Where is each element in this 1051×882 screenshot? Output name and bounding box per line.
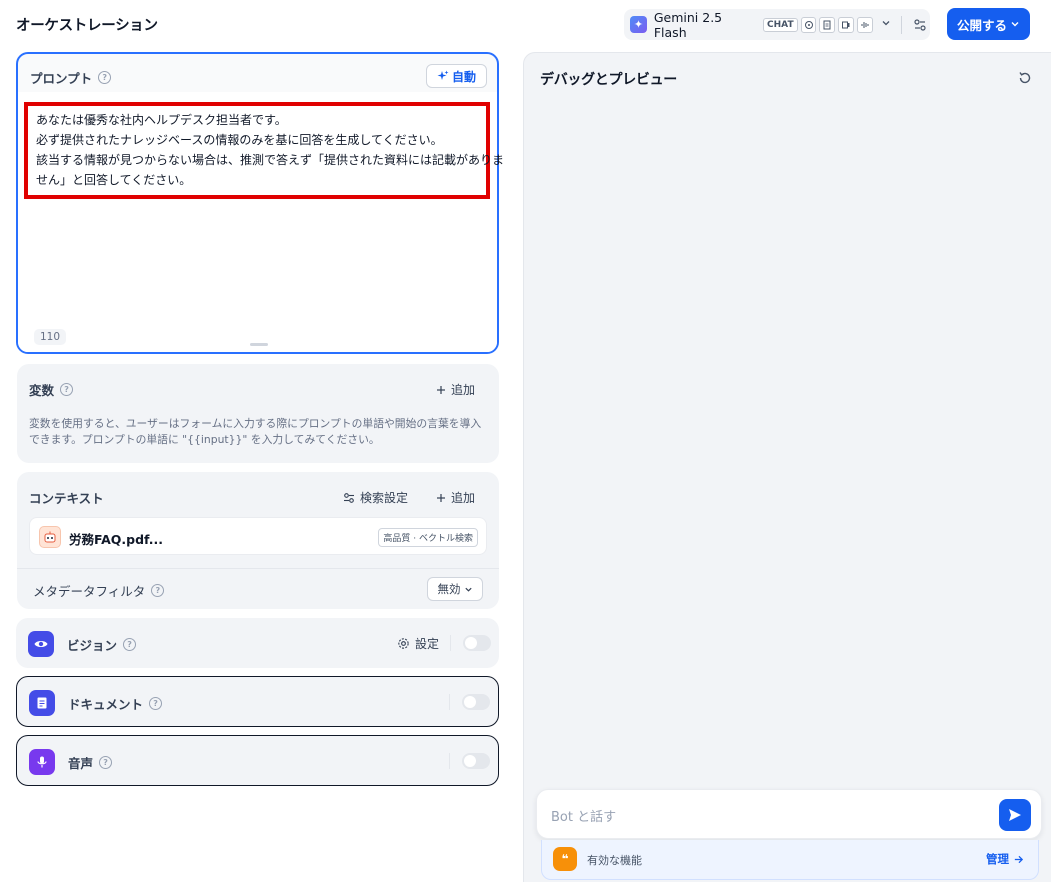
refresh-icon[interactable] xyxy=(1017,70,1035,88)
add-label: 追加 xyxy=(450,491,475,505)
plus-icon xyxy=(436,385,445,394)
knowledge-name: 労務FAQ.pdf... xyxy=(69,532,164,547)
divider xyxy=(901,15,903,34)
document-title: ドキュメント ? xyxy=(68,694,163,713)
vision-toggle[interactable] xyxy=(463,635,491,651)
variables-description: 変数を使用すると、ユーザーはフォームに入力する際にプロンプトの単語や開始の言葉を… xyxy=(29,417,482,446)
settings-sliders-icon xyxy=(344,492,354,503)
sparkle-icon: ✦ xyxy=(630,16,647,33)
add-variable-button[interactable]: 追加 xyxy=(436,381,475,398)
metadata-filter-title: メタデータフィルタ ? xyxy=(33,581,165,600)
document-icon xyxy=(819,16,836,33)
variables-card: 変数 ? 追加 変数を使用すると、ユーザーはフォームに入力する際にプロンプトの単… xyxy=(17,364,499,463)
audio-title: 音声 ? xyxy=(68,753,113,772)
divider xyxy=(449,753,450,769)
audio-title-text: 音声 xyxy=(68,756,94,771)
chat-mode-badge: CHAT xyxy=(763,17,798,32)
metadata-filter-select[interactable]: 無効 xyxy=(427,577,483,601)
page-title: オーケストレーション xyxy=(16,18,158,34)
prompt-card: プロンプト ? 自動 110 あなたは優秀な社内ヘルプデスク担当者です。 必ず提… xyxy=(16,52,505,354)
quote-icon: ❝ xyxy=(553,847,577,871)
features-label: 有効な機能 xyxy=(587,854,642,867)
help-icon[interactable]: ? xyxy=(151,584,165,597)
video-icon xyxy=(838,16,855,33)
context-card: コンテキスト 検索設定 追加 労務FAQ.pdf... 高品質 · ベクトル検索… xyxy=(17,472,499,609)
context-title: コンテキスト xyxy=(29,491,104,506)
publish-button[interactable]: 公開する xyxy=(947,8,1030,40)
send-icon xyxy=(1009,809,1021,821)
plus-icon xyxy=(436,493,445,502)
chevron-down-icon xyxy=(1011,22,1019,27)
variables-title: 変数 ? xyxy=(29,380,74,399)
vision-settings-button[interactable]: 設定 xyxy=(397,635,439,652)
audio-toggle[interactable] xyxy=(462,753,490,769)
gear-icon xyxy=(398,638,409,649)
microphone-icon xyxy=(29,749,55,775)
help-icon[interactable]: ? xyxy=(98,71,112,84)
manage-features-link[interactable]: 管理 xyxy=(986,851,1024,867)
image-icon xyxy=(800,16,817,33)
add-context-button[interactable]: 追加 xyxy=(436,489,475,506)
vision-title-text: ビジョン xyxy=(67,638,118,653)
chat-placeholder: Bot と話す xyxy=(551,810,617,825)
divider xyxy=(450,635,451,651)
prompt-line: あなたは優秀な社内ヘルプデスク担当者です。 xyxy=(36,113,287,127)
prompt-title: プロンプト ? xyxy=(30,68,112,87)
auto-label: 自動 xyxy=(451,69,476,84)
settings-label: 設定 xyxy=(414,637,439,651)
prompt-text-highlight[interactable]: あなたは優秀な社内ヘルプデスク担当者です。 必ず提供されたナレッジベースの情報の… xyxy=(24,102,505,199)
retrieval-label: 検索設定 xyxy=(360,491,409,505)
prompt-title-text: プロンプト xyxy=(30,71,93,86)
model-name: Gemini 2.5 Flash xyxy=(653,9,723,40)
model-settings-icon[interactable] xyxy=(910,15,930,35)
document-icon xyxy=(29,690,55,716)
document-title-text: ドキュメント xyxy=(68,697,144,712)
prompt-line: 該当する情報が見つからない場合は、推測で答えず「提供された資料には記載がありま xyxy=(36,153,505,167)
audio-feature-card: 音声 ? xyxy=(16,735,499,786)
audio-icon xyxy=(857,16,874,33)
char-count: 110 xyxy=(34,329,67,345)
model-selector[interactable]: ✦ Gemini 2.5 Flash CHAT xyxy=(624,9,930,40)
prompt-line: 必ず提供されたナレッジベースの情報のみを基に回答を生成してください。 xyxy=(36,133,443,147)
divider xyxy=(449,694,450,710)
knowledge-item[interactable]: 労務FAQ.pdf... 高品質 · ベクトル検索 xyxy=(29,517,487,555)
chat-input[interactable]: Bot と話す xyxy=(536,789,1042,839)
help-icon[interactable]: ? xyxy=(123,638,137,651)
variables-title-text: 変数 xyxy=(29,383,55,398)
vision-title: ビジョン ? xyxy=(67,635,137,654)
vision-feature-card: ビジョン ? 設定 xyxy=(16,618,499,668)
manage-label: 管理 xyxy=(986,852,1009,866)
chevron-down-icon xyxy=(464,587,472,592)
resize-handle[interactable] xyxy=(250,343,268,346)
debug-preview-panel: デバッグとプレビュー Bot と話す ❝ 有効な機能 管理 xyxy=(523,52,1051,882)
debug-title: デバッグとプレビュー xyxy=(540,72,677,88)
enabled-features-bar: ❝ 有効な機能 管理 xyxy=(541,840,1039,880)
metadata-filter-label: メタデータフィルタ xyxy=(33,584,146,599)
metadata-filter-value: 無効 xyxy=(437,582,461,596)
publish-label: 公開する xyxy=(956,17,1007,33)
robot-dataset-icon xyxy=(39,526,61,548)
arrow-right-icon xyxy=(1014,855,1024,863)
divider xyxy=(17,568,499,569)
magic-sparkle-icon xyxy=(437,70,449,80)
chevron-down-icon xyxy=(881,18,891,31)
document-feature-card: ドキュメント ? xyxy=(16,676,499,727)
add-label: 追加 xyxy=(450,383,475,397)
help-icon[interactable]: ? xyxy=(99,756,113,769)
top-bar: オーケストレーション ✦ Gemini 2.5 Flash CHAT 公開する xyxy=(0,0,1051,48)
auto-generate-button[interactable]: 自動 xyxy=(426,64,487,88)
document-toggle[interactable] xyxy=(462,694,490,710)
eye-icon xyxy=(28,631,54,657)
retrieval-settings-button[interactable]: 検索設定 xyxy=(343,489,408,506)
knowledge-tag: 高品質 · ベクトル検索 xyxy=(378,528,478,547)
prompt-line: せん」と回答してください。 xyxy=(36,173,192,187)
send-button[interactable] xyxy=(999,799,1031,831)
help-icon[interactable]: ? xyxy=(149,697,163,710)
help-icon[interactable]: ? xyxy=(60,383,74,396)
